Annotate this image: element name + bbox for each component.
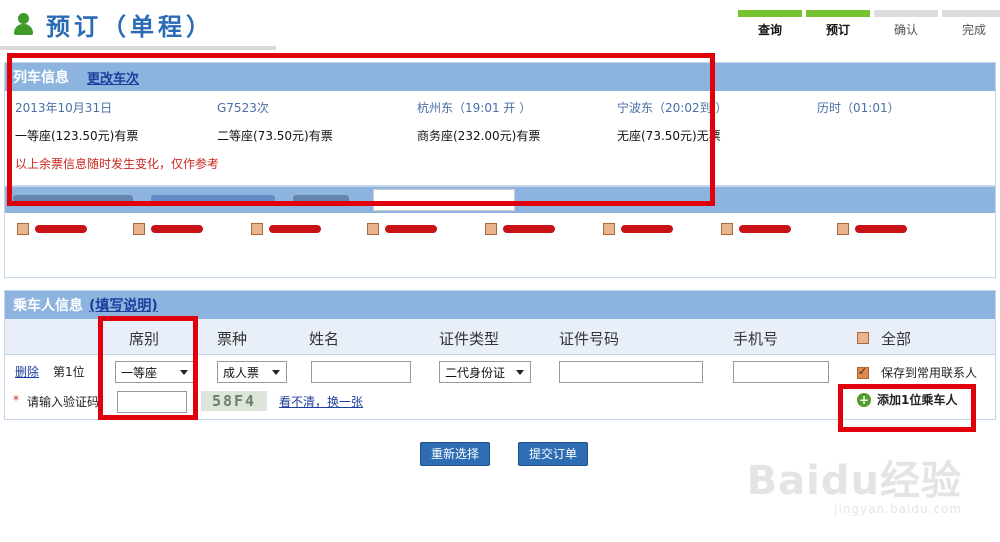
seat-second-class: 二等座(73.50元)有票 <box>217 129 333 143</box>
passenger-header: 乘车人信息 (填写说明) <box>5 291 995 319</box>
seat-business-class: 商务座(232.00元)有票 <box>417 129 541 143</box>
trip-duration: 历时（01:01） <box>817 101 900 115</box>
train-schedule-row: 2013年10月31日 G7523次 杭州东（19:01 开 ） 宁波东（20:… <box>13 99 983 117</box>
select-all-checkbox[interactable] <box>857 332 869 344</box>
step-confirm: 确认 <box>874 10 938 38</box>
captcha-row: * 请输入验证码： 58F4 看不清，换一张 + 添加1位乘车人 <box>5 389 995 415</box>
departure-station: 杭州东（19:01 开 ） <box>417 101 532 115</box>
col-phone: 手机号 <box>733 330 779 348</box>
captcha-image[interactable]: 58F4 <box>201 391 267 411</box>
fill-help-link[interactable]: (填写说明) <box>89 295 158 315</box>
contact-item[interactable] <box>251 223 321 235</box>
passenger-panel: 乘车人信息 (填写说明) 席别 票种 姓名 证件类型 证件号码 手机号 全部 删… <box>4 290 996 420</box>
captcha-input[interactable] <box>117 391 187 413</box>
contact-item[interactable] <box>721 223 791 235</box>
contacts-list <box>5 213 995 245</box>
refresh-captcha-link[interactable]: 看不清，换一张 <box>279 393 363 410</box>
save-contact-label: 保存到常用联系人 <box>881 366 978 380</box>
col-ticket-type: 票种 <box>217 330 248 348</box>
change-train-link[interactable]: 更改车次 <box>87 68 139 87</box>
seat-first-class: 一等座(123.50元)有票 <box>15 129 139 143</box>
contact-item[interactable] <box>837 223 907 235</box>
id-number-input[interactable] <box>559 361 703 383</box>
arrival-station: 宁波东（20:02到 ） <box>617 101 728 115</box>
page-header: 预订（单程） <box>12 6 214 42</box>
passenger-column-headers: 席别 票种 姓名 证件类型 证件号码 手机号 全部 <box>5 319 995 355</box>
progress-steps: 查询 预订 确认 完成 <box>738 10 1000 38</box>
seat-availability-row: 一等座(123.50元)有票 二等座(73.50元)有票 商务座(232.00元… <box>13 127 983 145</box>
required-asterisk: * <box>13 393 19 407</box>
contact-item[interactable] <box>603 223 673 235</box>
contact-item[interactable] <box>17 223 87 235</box>
step-query: 查询 <box>738 10 802 38</box>
save-contact-checkbox[interactable] <box>857 365 869 379</box>
chevron-down-icon <box>180 370 188 375</box>
chevron-down-icon <box>272 370 280 375</box>
availability-notice: 以上余票信息随时发生变化，仅作参考 <box>15 157 220 171</box>
chevron-down-icon <box>516 370 524 375</box>
seat-standing: 无座(73.50元)无票 <box>617 129 721 143</box>
train-info-header: 列车信息 更改车次 <box>5 63 995 91</box>
step-book: 预订 <box>806 10 870 38</box>
passenger-row: 删除 第1位 一等座 成人票 二代身份证 保存到常用联系人 <box>5 355 995 389</box>
user-icon <box>12 11 34 37</box>
train-info-heading: 列车信息 <box>13 70 69 86</box>
col-id-number: 证件号码 <box>559 330 620 348</box>
delete-passenger-link[interactable]: 删除 <box>15 363 39 380</box>
seat-select[interactable]: 一等座 <box>115 361 195 383</box>
plus-icon: + <box>857 392 871 407</box>
step-finish: 完成 <box>942 10 1000 38</box>
baidu-watermark: Baidu经验 jingyan.baidu.com <box>746 458 962 516</box>
id-type-select[interactable]: 二代身份证 <box>439 361 531 383</box>
page-title: 预订（单程） <box>46 12 214 41</box>
passenger-index: 第1位 <box>53 365 85 379</box>
captcha-label: 请输入验证码： <box>27 395 112 409</box>
phone-input[interactable] <box>733 361 829 383</box>
train-info-panel: 列车信息 更改车次 2013年10月31日 G7523次 杭州东（19:01 开… <box>4 62 996 186</box>
contact-item[interactable] <box>133 223 203 235</box>
travel-date: 2013年10月31日 <box>15 101 113 115</box>
train-number: G7523次 <box>217 101 269 115</box>
ticket-type-select[interactable]: 成人票 <box>217 361 287 383</box>
passenger-heading: 乘车人信息 <box>13 298 83 314</box>
title-underline <box>0 46 276 50</box>
submit-order-button[interactable]: 提交订单 <box>518 442 589 466</box>
contacts-panel <box>4 186 996 278</box>
col-id-type: 证件类型 <box>439 330 500 348</box>
contact-item[interactable] <box>367 223 437 235</box>
contact-item[interactable] <box>485 223 555 235</box>
contacts-header <box>5 187 995 213</box>
col-all: 全部 <box>881 330 912 348</box>
contact-search-input[interactable] <box>373 189 515 211</box>
reset-button[interactable]: 重新选择 <box>420 442 491 466</box>
col-seat: 席别 <box>129 330 160 348</box>
add-passenger-button[interactable]: + 添加1位乘车人 <box>857 391 957 408</box>
name-input[interactable] <box>311 361 411 383</box>
col-name: 姓名 <box>309 330 340 348</box>
